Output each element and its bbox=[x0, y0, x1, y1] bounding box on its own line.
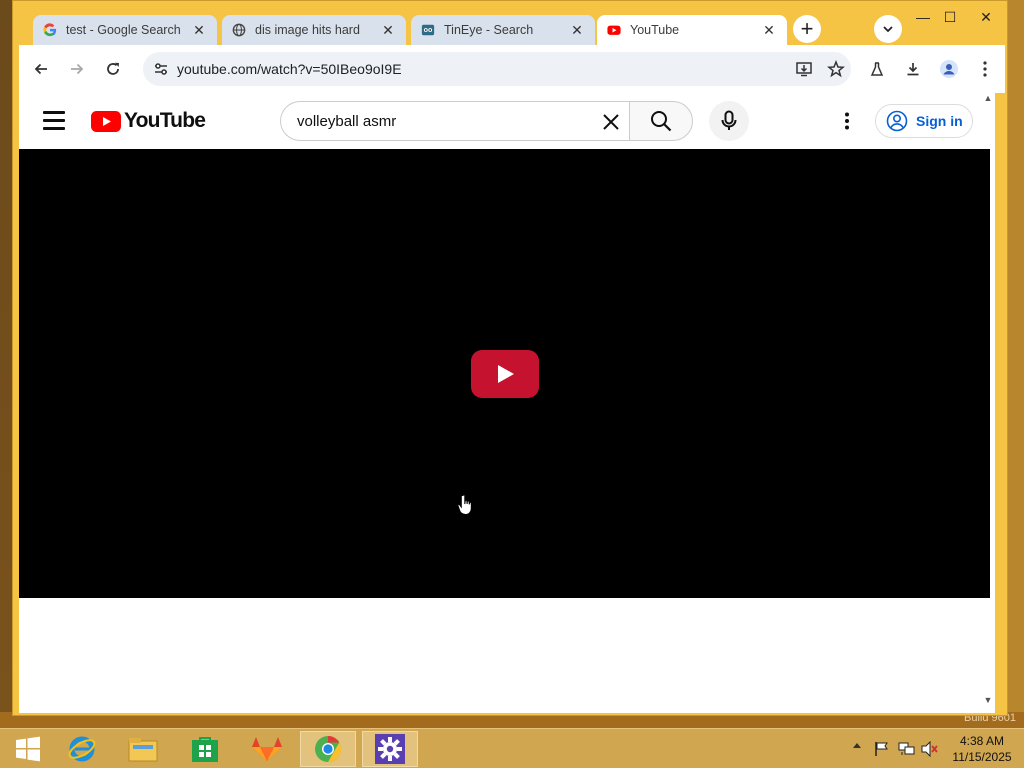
settings-menu-button[interactable] bbox=[837, 109, 857, 133]
sign-in-label: Sign in bbox=[916, 113, 963, 129]
volume-button[interactable] bbox=[921, 740, 939, 760]
tab-title: dis image hits hard bbox=[255, 23, 360, 37]
clock-time: 4:38 AM bbox=[959, 734, 1005, 748]
profile-button[interactable] bbox=[935, 55, 963, 83]
tab-search-button[interactable] bbox=[874, 15, 902, 43]
tab-title: YouTube bbox=[630, 23, 680, 37]
google-g-icon bbox=[43, 23, 57, 37]
large-play-button[interactable] bbox=[471, 350, 539, 398]
arrow-left-icon bbox=[34, 63, 47, 75]
scroll-up-arrow[interactable]: ▲ bbox=[981, 93, 995, 107]
flag-icon bbox=[875, 742, 888, 756]
start-button[interactable] bbox=[0, 731, 56, 767]
forward-button[interactable] bbox=[63, 55, 91, 83]
tineye-icon bbox=[421, 24, 435, 36]
clear-search-button[interactable] bbox=[599, 110, 623, 134]
bookmark-star-icon[interactable] bbox=[827, 60, 845, 78]
file-explorer-icon bbox=[128, 738, 158, 762]
tab-title: TinEye - Search bbox=[444, 23, 534, 37]
network-button[interactable] bbox=[898, 741, 916, 760]
avatar-icon bbox=[940, 60, 958, 78]
chrome-icon bbox=[315, 735, 342, 763]
chevron-up-icon bbox=[853, 743, 861, 748]
gitlab-fox-icon bbox=[252, 737, 282, 761]
tab-google-search[interactable]: test - Google Search ✕ bbox=[33, 15, 217, 45]
kebab-menu-icon bbox=[983, 61, 987, 77]
speaker-muted-icon bbox=[921, 740, 938, 758]
store-icon bbox=[192, 737, 218, 762]
tab-close-icon[interactable]: ✕ bbox=[191, 22, 207, 39]
reload-icon bbox=[107, 62, 119, 75]
sign-in-button[interactable]: Sign in bbox=[875, 104, 973, 138]
youtube-logo[interactable]: YouTube bbox=[91, 109, 206, 133]
settings-gear-icon bbox=[375, 734, 405, 764]
globe-icon bbox=[232, 23, 246, 37]
maximize-button[interactable]: ☐ bbox=[935, 9, 965, 26]
clock-date: 11/15/2025 bbox=[952, 750, 1012, 764]
flask-icon bbox=[870, 62, 884, 76]
taskbar-chrome[interactable] bbox=[300, 731, 356, 767]
desktop-background-right bbox=[1006, 0, 1024, 728]
microphone-icon bbox=[721, 110, 737, 130]
youtube-wordmark: YouTube bbox=[124, 109, 206, 132]
network-icon bbox=[898, 742, 915, 755]
reload-button[interactable] bbox=[99, 55, 127, 83]
back-button[interactable] bbox=[27, 55, 55, 83]
download-icon bbox=[907, 63, 919, 76]
minimize-button[interactable]: — bbox=[908, 9, 938, 25]
guide-menu-button[interactable] bbox=[43, 111, 65, 131]
arrow-right-icon bbox=[71, 63, 84, 75]
search-icon bbox=[651, 111, 672, 132]
browser-toolbar: youtube.com/watch?v=50IBeo9oI9E bbox=[19, 45, 1005, 93]
taskbar-store[interactable] bbox=[177, 731, 233, 767]
youtube-logo-icon bbox=[91, 110, 121, 132]
tab-strip: test - Google Search ✕ dis image hits ha… bbox=[13, 1, 1009, 45]
tab-close-icon[interactable]: ✕ bbox=[569, 22, 585, 39]
taskbar-internet-explorer[interactable] bbox=[54, 731, 110, 767]
show-hidden-icons-button[interactable] bbox=[852, 741, 862, 754]
video-player[interactable] bbox=[19, 149, 990, 598]
tab-youtube[interactable]: YouTube ✕ bbox=[597, 15, 787, 45]
browser-menu-button[interactable] bbox=[971, 55, 999, 83]
taskbar-settings[interactable] bbox=[362, 731, 418, 767]
downloads-button[interactable] bbox=[899, 55, 927, 83]
voice-search-button[interactable] bbox=[709, 101, 749, 141]
tab-close-icon[interactable]: ✕ bbox=[761, 22, 777, 39]
youtube-page: YouTube volleyball asmr Sign in ▲ ▼ bbox=[19, 93, 995, 713]
youtube-icon bbox=[607, 25, 621, 35]
close-window-button[interactable]: ✕ bbox=[971, 9, 1001, 26]
search-query: volleyball asmr bbox=[297, 113, 397, 130]
action-center-button[interactable] bbox=[874, 741, 890, 760]
windows-start-icon bbox=[16, 736, 40, 762]
account-circle-icon bbox=[886, 110, 908, 132]
new-tab-button[interactable]: + bbox=[793, 15, 821, 43]
search-input[interactable]: volleyball asmr bbox=[280, 101, 630, 141]
tab-title: test - Google Search bbox=[66, 23, 181, 37]
tab-tineye[interactable]: TinEye - Search ✕ bbox=[411, 15, 595, 45]
scroll-down-arrow[interactable]: ▼ bbox=[981, 695, 995, 709]
search-button[interactable] bbox=[629, 101, 693, 141]
youtube-header: YouTube volleyball asmr Sign in bbox=[19, 93, 995, 149]
tab-close-icon[interactable]: ✕ bbox=[380, 22, 396, 39]
labs-button[interactable] bbox=[863, 55, 891, 83]
internet-explorer-icon bbox=[68, 736, 96, 762]
address-url: youtube.com/watch?v=50IBeo9oI9E bbox=[177, 61, 402, 77]
site-info-icon[interactable] bbox=[153, 61, 169, 77]
kebab-menu-icon bbox=[845, 112, 849, 130]
address-bar[interactable]: youtube.com/watch?v=50IBeo9oI9E bbox=[143, 52, 851, 86]
chevron-down-icon bbox=[883, 26, 893, 33]
taskbar-fox-app[interactable] bbox=[239, 731, 295, 767]
hand-cursor-icon bbox=[457, 494, 472, 516]
close-icon bbox=[603, 114, 619, 130]
install-app-icon[interactable] bbox=[795, 60, 813, 78]
browser-window: test - Google Search ✕ dis image hits ha… bbox=[12, 0, 1008, 716]
system-clock[interactable]: 4:38 AM 11/15/2025 bbox=[944, 733, 1020, 765]
taskbar: 4:38 AM 11/15/2025 bbox=[0, 728, 1024, 768]
tab-dis-image[interactable]: dis image hits hard ✕ bbox=[222, 15, 406, 45]
taskbar-file-explorer[interactable] bbox=[115, 731, 171, 767]
